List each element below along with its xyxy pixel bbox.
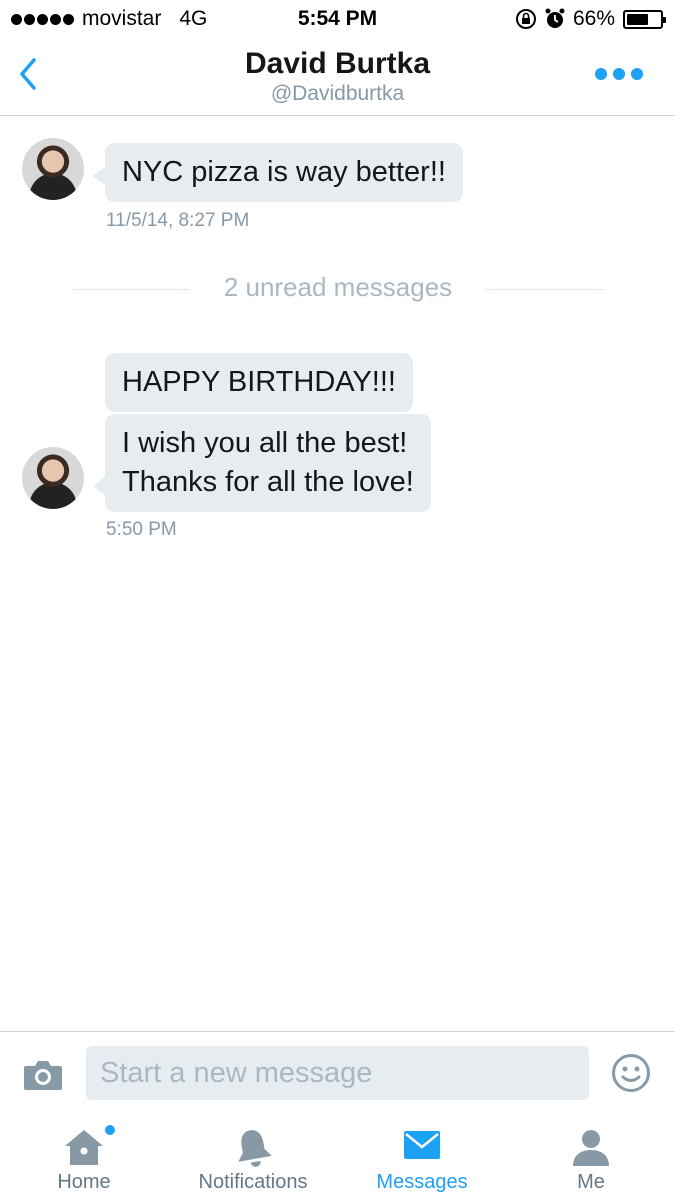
more-dot-icon [631,68,643,80]
unread-divider: 2 unread messages [72,272,604,306]
sender-avatar[interactable] [22,447,84,509]
message-text-line: Thanks for all the love! [122,466,414,498]
more-options-button[interactable] [595,68,643,80]
conversation-header: David Burtka @Davidburtka [0,38,675,116]
person-icon [573,1130,609,1166]
alarm-icon [545,8,565,28]
more-dot-icon [613,68,625,80]
message-text: NYC pizza is way better!! [122,156,446,188]
emoji-icon[interactable] [611,1053,651,1093]
tab-messages[interactable]: Messages [338,1117,506,1200]
dm-conversation-screen: movistar 4G 5:54 PM 66% David Burtka @Da… [0,0,675,1200]
message-bubble[interactable]: I wish you all the best! Thanks for all … [93,414,431,512]
tab-label: Messages [376,1171,468,1193]
message-bubble[interactable]: HAPPY BIRTHDAY!!! [105,353,413,412]
status-bar: movistar 4G 5:54 PM 66% [0,0,675,38]
tab-label: Home [57,1171,111,1193]
tab-home[interactable]: Home [0,1117,168,1200]
message-text: HAPPY BIRTHDAY!!! [122,366,396,398]
bell-icon [238,1130,272,1167]
tab-bar: Home Notifications Messages Me [0,1117,675,1200]
divider-line [486,289,604,290]
home-icon [65,1130,103,1165]
battery-fill [627,13,649,25]
sender-avatar[interactable] [22,138,84,200]
battery-percent: 66% [572,7,615,30]
tab-label: Notifications [198,1171,308,1193]
message-input[interactable] [86,1046,589,1100]
contact-name: David Burtka [244,47,431,80]
contact-handle: @Davidburtka [270,82,405,105]
header-titles: David Burtka @Davidburtka [0,46,675,106]
message-timestamp: 5:50 PM [106,519,177,540]
envelope-icon [404,1131,440,1159]
message-bubble[interactable]: NYC pizza is way better!! [93,143,463,202]
camera-icon[interactable] [22,1057,64,1093]
home-notification-dot [105,1125,115,1135]
message-text-line: I wish you all the best! [122,427,408,459]
battery-icon [623,9,666,29]
unread-label: 2 unread messages [223,272,453,302]
tab-notifications[interactable]: Notifications [169,1117,337,1200]
message-composer [0,1031,675,1117]
more-dot-icon [595,68,607,80]
message-timestamp: 11/5/14, 8:27 PM [106,210,250,231]
tab-label: Me [577,1171,605,1193]
rotation-lock-icon [515,9,536,29]
status-right: 66% [515,7,666,31]
tab-me[interactable]: Me [507,1117,675,1200]
